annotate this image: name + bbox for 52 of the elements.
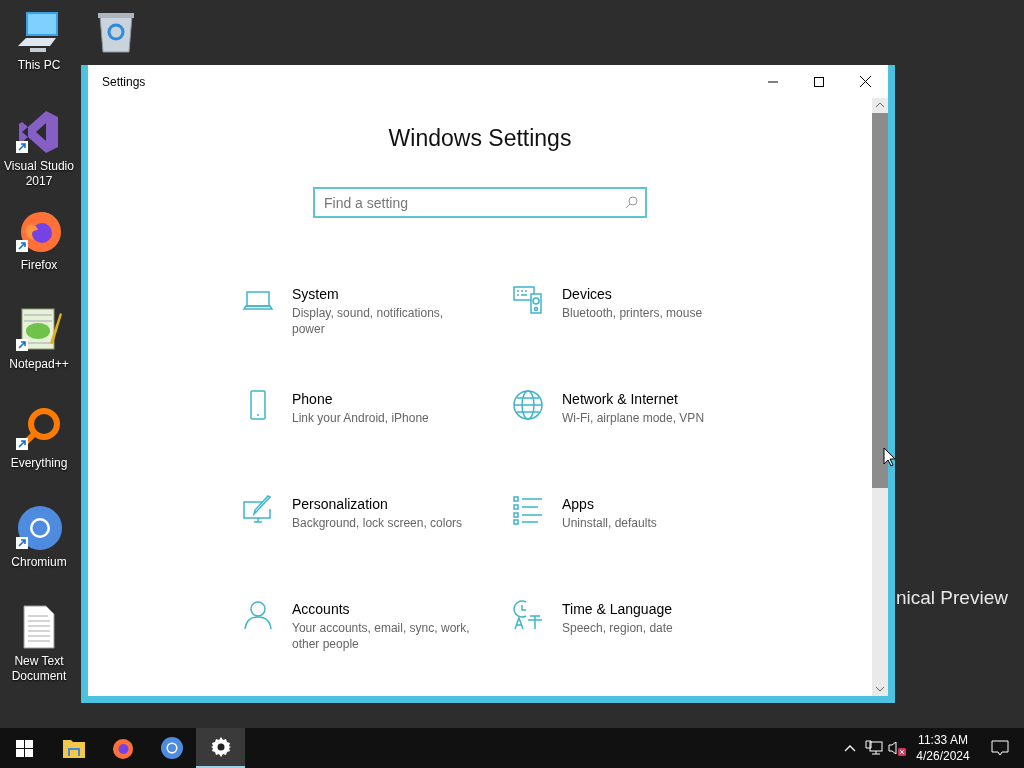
notification-icon[interactable] (991, 739, 1009, 757)
desktop-icon-label[interactable]: This PC (17, 58, 61, 73)
desktop-icon-label[interactable]: Notepad++ (9, 357, 69, 372)
category-description: Uninstall, defaults (562, 515, 658, 531)
category-description: Wi-Fi, airplane mode, VPN (562, 410, 706, 426)
category-title[interactable]: Accounts (292, 600, 477, 618)
category-description: Background, lock screen, colors (292, 515, 464, 531)
maximize-icon (814, 76, 824, 87)
clock-date: 4/26/2024 (916, 748, 970, 764)
desktop-icon-label[interactable]: Firefox (20, 258, 58, 273)
close-icon (859, 76, 871, 87)
desktop-icon-label[interactable]: Everything (10, 456, 68, 471)
category-title[interactable]: System (292, 285, 477, 303)
settings-icon (210, 737, 231, 757)
category-title[interactable]: Phone (292, 390, 477, 408)
globe-icon (512, 389, 544, 421)
clock-language-icon (512, 599, 544, 631)
chromium-icon[interactable] (16, 505, 62, 551)
folder-icon (62, 738, 85, 758)
desktop-icon-label[interactable]: New Text Document (0, 654, 78, 684)
category-description: Display, sound, notifications, power (292, 305, 445, 337)
page-heading: Windows Settings (388, 124, 572, 153)
scrollbar-thumb[interactable] (872, 113, 888, 488)
paint-monitor-icon (242, 494, 274, 526)
category-description: Your accounts, email, sync, work, other people (292, 620, 471, 652)
magnifier-icon[interactable] (16, 406, 62, 452)
speaker-muted-icon[interactable] (888, 740, 908, 756)
desktop-icon-label[interactable]: Visual Studio 2017 (0, 159, 78, 189)
taskbar-app-button[interactable] (196, 728, 245, 768)
list-icon (512, 494, 544, 526)
windows-logo-icon (16, 739, 33, 757)
chevron-up-icon[interactable] (844, 744, 856, 752)
clock-time: 11:33 AM (918, 732, 968, 748)
category-description: Link your Android, iPhone (292, 410, 430, 426)
category-title[interactable]: Personalization (292, 495, 477, 513)
keyboard-speaker-icon (512, 284, 544, 316)
desktop-icon-label[interactable]: Chromium (11, 555, 67, 570)
window-title: Settings (102, 74, 147, 89)
category-description: Speech, region, date (562, 620, 674, 636)
chromium-icon (159, 736, 184, 760)
taskbar-clock[interactable]: 11:33 AM 4/26/2024 (910, 728, 976, 768)
search-icon (625, 196, 638, 209)
category-title[interactable]: Time & Language (562, 600, 747, 618)
desktop-watermark: nical Preview (896, 587, 1008, 609)
person-icon (242, 599, 274, 631)
network-icon[interactable] (865, 740, 883, 756)
category-description: Bluetooth, printers, mouse (562, 305, 704, 321)
firefox-icon (111, 737, 134, 759)
category-title[interactable]: Apps (562, 495, 747, 513)
category-title[interactable]: Devices (562, 285, 747, 303)
search-field[interactable]: Find a setting (313, 187, 647, 218)
category-title[interactable]: Network & Internet (562, 390, 747, 408)
